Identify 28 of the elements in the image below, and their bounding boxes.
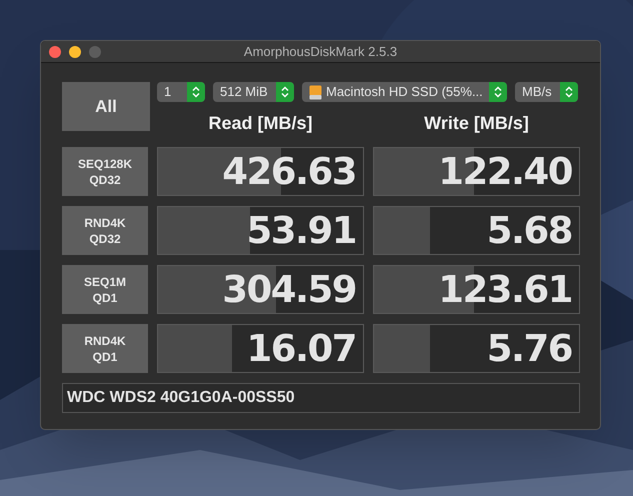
speed-value: 5.76 [486,329,572,369]
column-header: Read [MB/s] [207,112,314,135]
drive-icon [309,84,322,100]
speed-value: 53.91 [246,211,356,251]
close-button[interactable] [49,46,61,58]
stepper-icon [281,86,289,98]
speed-value: 426.63 [222,152,356,192]
test-button[interactable]: RND4K QD32 [62,206,148,255]
stepper-icon [192,86,200,98]
speed-value: 304.59 [222,270,356,310]
dropdown[interactable]: Macintosh HD SSD (55%... [302,82,507,102]
speed-value: 123.61 [438,270,572,310]
test-button[interactable]: SEQ1M QD1 [62,265,148,314]
stepper-icon [565,86,573,98]
dropdown[interactable]: MB/s [515,82,578,102]
minimize-button[interactable] [69,46,81,58]
speed-value: 5.68 [486,211,572,251]
test-button[interactable]: SEQ128K QD32 [62,147,148,196]
speed-value: 16.07 [246,329,356,369]
dropdown[interactable]: 512 MiB [213,82,294,102]
dropdown[interactable]: 1 [157,82,205,102]
all-button[interactable]: All [62,82,150,131]
stepper-icon [494,86,502,98]
column-header: Write [MB/s] [423,112,530,135]
drive-info: WDC WDS2 40G1G0A-00SS50 [62,383,580,413]
speed-value: 122.40 [438,152,572,192]
window-title: AmorphousDiskMark 2.5.3 [244,42,398,61]
test-button[interactable]: RND4K QD1 [62,324,148,373]
